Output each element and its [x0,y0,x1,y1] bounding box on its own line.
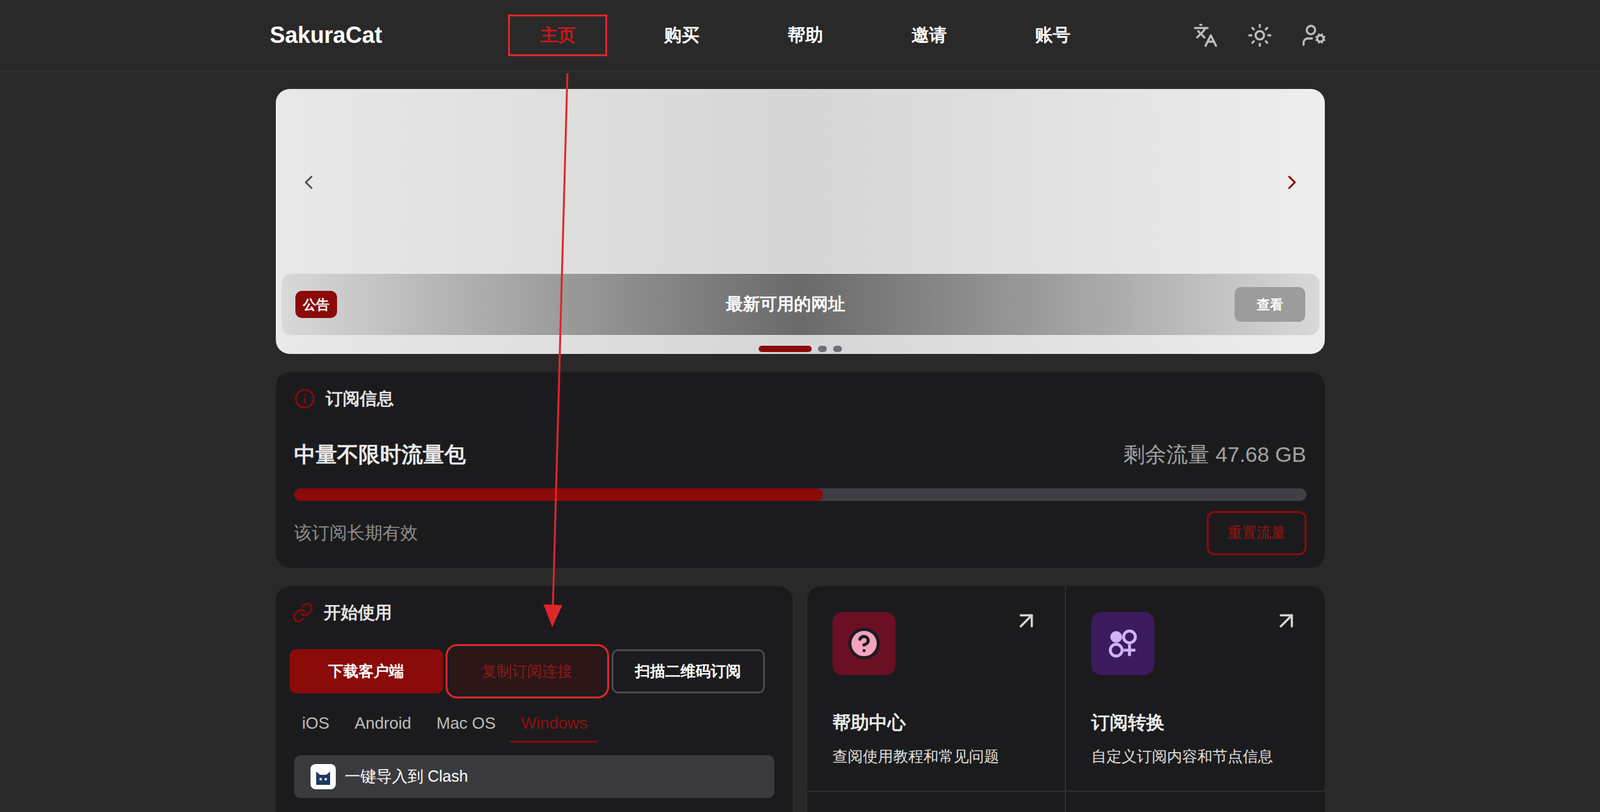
header: SakuraCat 主页购买帮助邀请账号 [0,0,1600,72]
validity-text: 该订阅长期有效 [294,520,418,547]
convert-icon [1105,626,1141,662]
annotation-arrow [0,0,1600,812]
card-title: 订阅信息 [325,386,394,413]
tile-description: 自定义订阅内容和节点信息 [1091,745,1300,769]
page: SakuraCat 主页购买帮助邀请账号公告最新可用的网址查看订阅信息中量不限时流… [0,0,1600,812]
platform-tab[interactable]: Mac OS [426,707,506,743]
remaining-traffic: 剩余流量 47.68 GB [1123,438,1306,471]
help-icon [847,626,882,661]
nav-item[interactable]: 主页 [508,14,608,57]
view-button[interactable]: 查看 [1234,287,1306,322]
next-icon[interactable] [1280,171,1304,194]
traffic-bar [294,488,1307,502]
announcement-badge: 公告 [295,290,338,319]
tile-title: 订阅转换 [1091,709,1300,738]
platform-tab[interactable]: Android [344,707,422,743]
plan-name: 中量不限时流量包 [294,438,466,471]
logo[interactable]: SakuraCat [270,18,383,53]
sun-icon[interactable] [1247,22,1273,48]
start-button[interactable]: 复制订阅连接 [450,649,605,694]
start-card: 开始使用下载客户端复制订阅连接扫描二维码订阅 iOSAndroidMac OSWi… [275,586,794,812]
link-icon [292,602,314,624]
carousel-dot[interactable] [817,345,827,353]
announcement-bar[interactable]: 公告最新可用的网址查看 [280,273,1320,336]
links-card: 帮助中心查阅使用教程和常见问题订阅转换自定义订阅内容和节点信息 [807,586,1325,812]
platform-tab[interactable]: Windows [510,707,598,743]
start-button[interactable]: 下载客户端 [289,649,444,694]
tile-icon-box [1091,612,1155,676]
announcement-title: 最新可用的网址 [337,291,1235,318]
tile-icon-box [832,612,896,676]
start-button[interactable]: 扫描二维码订阅 [611,649,765,694]
nav-item[interactable]: 帮助 [755,14,855,57]
banner: 公告最新可用的网址查看 [275,88,1325,355]
link-tile[interactable]: 订阅转换自定义订阅内容和节点信息 [1066,586,1325,793]
external-arrow-icon [1273,607,1300,635]
link-tile[interactable]: 帮助中心查阅使用教程和常见问题 [807,586,1067,793]
external-arrow-icon [1013,607,1040,635]
prev-icon[interactable] [297,171,320,194]
reset-traffic-button[interactable]: 重置流量 [1206,511,1307,556]
nav-item[interactable]: 账号 [1002,14,1103,57]
subscription-card: 订阅信息中量不限时流量包 剩余流量 47.68 GB 该订阅长期有效 重置流量 [275,372,1325,569]
tile-description: 查阅使用教程和常见问题 [832,745,1040,769]
import-row[interactable]: 一键导入到 Clash [294,755,776,799]
platform-tab[interactable]: iOS [292,707,340,743]
card-title: 开始使用 [323,600,392,627]
info-icon [294,388,316,410]
user-settings-icon[interactable] [1301,22,1327,48]
carousel-dot[interactable] [758,345,812,353]
translate-icon[interactable] [1192,22,1219,48]
import-label: 一键导入到 Clash [344,764,469,789]
carousel-dot[interactable] [833,345,842,353]
nav-item[interactable]: 邀请 [879,14,979,57]
clash-icon [310,764,336,790]
nav-item[interactable]: 购买 [631,14,731,57]
tile-title: 帮助中心 [832,709,1040,738]
platform-tabs: iOSAndroidMac OSWindows [289,707,780,743]
nav: 主页购买帮助邀请账号 [496,14,1115,57]
